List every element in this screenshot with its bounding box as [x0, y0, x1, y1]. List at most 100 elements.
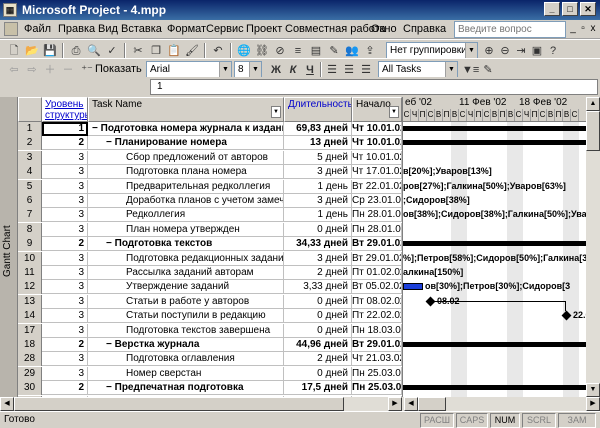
table-scroll-thumb[interactable] [14, 397, 344, 411]
row-number[interactable]: 12 [18, 280, 42, 295]
cell-level[interactable]: 3 [42, 366, 88, 381]
autofilter-icon[interactable]: ▼≡ [462, 62, 479, 78]
cell-level[interactable]: 3 [42, 352, 88, 367]
collapse-icon[interactable]: − [106, 238, 115, 249]
cell-duration[interactable]: 0 дней [284, 309, 352, 324]
assign-resources-icon[interactable]: 👥 [344, 43, 360, 59]
print-icon[interactable]: ⎙ [68, 43, 84, 59]
menu-project[interactable]: Проект [246, 23, 282, 35]
table-row[interactable]: 10 3 Подготовка редакционных заданий 3 дней… [18, 251, 402, 266]
cell-duration[interactable]: 34,33 дней [284, 237, 352, 252]
plus-icon[interactable]: ＋ [42, 62, 58, 78]
table-row[interactable]: 8 3 План номера утвержден 0 дней Пн 28.01.02 [18, 222, 402, 237]
row-number[interactable]: 9 [18, 237, 42, 252]
cell-duration[interactable]: 0 дней [284, 222, 352, 237]
hyperlink-icon[interactable]: 🌐 [236, 43, 252, 59]
summary-bar[interactable] [403, 140, 586, 146]
cell-duration[interactable]: 5 дней [284, 150, 352, 165]
menu-format[interactable]: Формат [167, 23, 206, 35]
row-number[interactable]: 29 [18, 366, 42, 381]
row-number[interactable]: 1 [18, 122, 42, 136]
cell-duration[interactable]: 3 дней [284, 165, 352, 180]
cell-duration[interactable]: 17,5 дней [284, 381, 352, 396]
chevron-down-icon[interactable]: ▼ [465, 43, 477, 59]
cell-level[interactable]: 2 [42, 338, 88, 352]
cell-level[interactable]: 3 [42, 179, 88, 194]
document-icon[interactable] [4, 22, 18, 36]
underline-button[interactable]: Ч [302, 62, 318, 78]
doc-minimize-icon[interactable]: _ [568, 22, 578, 36]
app-icon[interactable]: ▦ [3, 3, 17, 17]
table-row[interactable]: 2 2− Планирование номера 13 дней Чт 10.01.0… [18, 136, 402, 151]
row-number[interactable]: 6 [18, 194, 42, 208]
row-number[interactable]: 10 [18, 251, 42, 266]
table-row[interactable]: 9 2− Подготовка текстов 34,33 дней Вт 29.01… [18, 237, 402, 252]
scroll-down-icon[interactable]: ▼ [586, 383, 600, 397]
table-row[interactable]: 17 3 Подготовка текстов завершена 0 дней Пн … [18, 323, 402, 338]
cell-start[interactable]: Вт 29.01.02 [352, 237, 402, 252]
cell-level[interactable]: 3 [42, 222, 88, 237]
scroll-right-icon[interactable]: ▶ [586, 397, 600, 411]
minus-icon[interactable]: － [60, 62, 76, 78]
cell-start[interactable]: Пт 01.02.02 [352, 266, 402, 280]
summary-bar[interactable] [403, 385, 586, 391]
table-row[interactable]: 13 3 Статьи в работе у авторов 0 дней Пт 08.… [18, 294, 402, 309]
spelling-icon[interactable]: ✓ [104, 43, 120, 59]
goto-task-icon[interactable]: ⇥ [513, 43, 529, 59]
cut-icon[interactable]: ✂ [130, 43, 146, 59]
gantt-wizard-icon[interactable]: ✎ [480, 62, 496, 78]
cell-level[interactable]: 3 [42, 150, 88, 165]
cell-start[interactable]: Вт 29.01.02 [352, 338, 402, 352]
summary-bar[interactable] [403, 126, 586, 131]
cell-duration[interactable]: 0 дней [284, 294, 352, 309]
task-info-icon[interactable]: ▤ [308, 43, 324, 59]
paste-icon[interactable]: 📋 [166, 43, 182, 59]
row-number[interactable]: 28 [18, 352, 42, 367]
cell-start[interactable]: Чт 10.01.02 [352, 122, 402, 136]
collapse-icon[interactable]: − [106, 382, 115, 393]
task-bar[interactable] [403, 283, 423, 291]
table-row[interactable]: 3 3 Сбор предложений от авторов 5 дней Чт 10… [18, 150, 402, 165]
cell-level[interactable]: 3 [42, 323, 88, 338]
summary-bar[interactable] [403, 342, 586, 347]
show-label[interactable]: Показать [95, 63, 142, 75]
bold-button[interactable]: Ж [268, 62, 284, 78]
column-header-start[interactable]: Начало ▼ [352, 97, 402, 122]
scroll-left-icon[interactable]: ◀ [0, 397, 14, 411]
open-icon[interactable]: 📂 [24, 43, 40, 59]
doc-close-icon[interactable]: x [588, 22, 598, 36]
menu-view[interactable]: Вид [98, 23, 118, 35]
cell-level[interactable]: 2 [42, 136, 88, 151]
collapse-icon[interactable]: − [92, 123, 101, 134]
cell-duration[interactable]: 0 дней [284, 366, 352, 381]
scroll-left-icon[interactable]: ◀ [404, 397, 418, 411]
new-icon[interactable]: 🗋 [6, 43, 22, 59]
cell-duration[interactable]: 0 дней [284, 323, 352, 338]
cell-duration[interactable]: 1 день [284, 179, 352, 194]
table-row[interactable]: 30 2− Предпечатная подготовка 17,5 дней Пн … [18, 381, 402, 396]
column-header-duration[interactable]: Длительность [284, 97, 352, 122]
cell-task-name[interactable]: Номер сверстан [88, 366, 284, 381]
table-row[interactable]: 1 1− Подготовка номера журнала к изданию 6… [18, 122, 402, 136]
cell-task-name[interactable]: Подготовка редакционных заданий [88, 251, 284, 266]
cell-duration[interactable]: 3 дней [284, 251, 352, 266]
maximize-icon[interactable]: □ [562, 2, 578, 16]
zoom-in-icon[interactable]: ⊕ [481, 43, 497, 59]
cell-level[interactable]: 2 [42, 381, 88, 396]
cell-task-name[interactable]: Статьи в работе у авторов [88, 294, 284, 309]
table-row[interactable]: 7 3 Редколлегия 1 день Пн 28.01.02 [18, 208, 402, 223]
cell-level[interactable]: 3 [42, 294, 88, 309]
close-icon[interactable]: ✕ [580, 2, 596, 16]
cell-start[interactable]: Пн 18.03.02 [352, 323, 402, 338]
table-row[interactable]: 63 Доработка планов с учетом замечаний3 д… [18, 194, 402, 208]
cell-start[interactable]: Пн 25.03.02 [352, 366, 402, 381]
cell-duration[interactable]: 13 дней [284, 136, 352, 151]
minimize-icon[interactable]: _ [544, 2, 560, 16]
cell-task-name[interactable]: Предварительная редколлегия [88, 179, 284, 194]
row-number[interactable]: 8 [18, 222, 42, 237]
row-number[interactable]: 30 [18, 381, 42, 396]
cell-level[interactable]: 3 [42, 165, 88, 180]
cell-level[interactable]: 3 [42, 309, 88, 324]
cell-start[interactable]: Ср 23.01.02 [352, 194, 402, 208]
column-header-task-name[interactable]: Task Name ▼ [88, 97, 284, 122]
